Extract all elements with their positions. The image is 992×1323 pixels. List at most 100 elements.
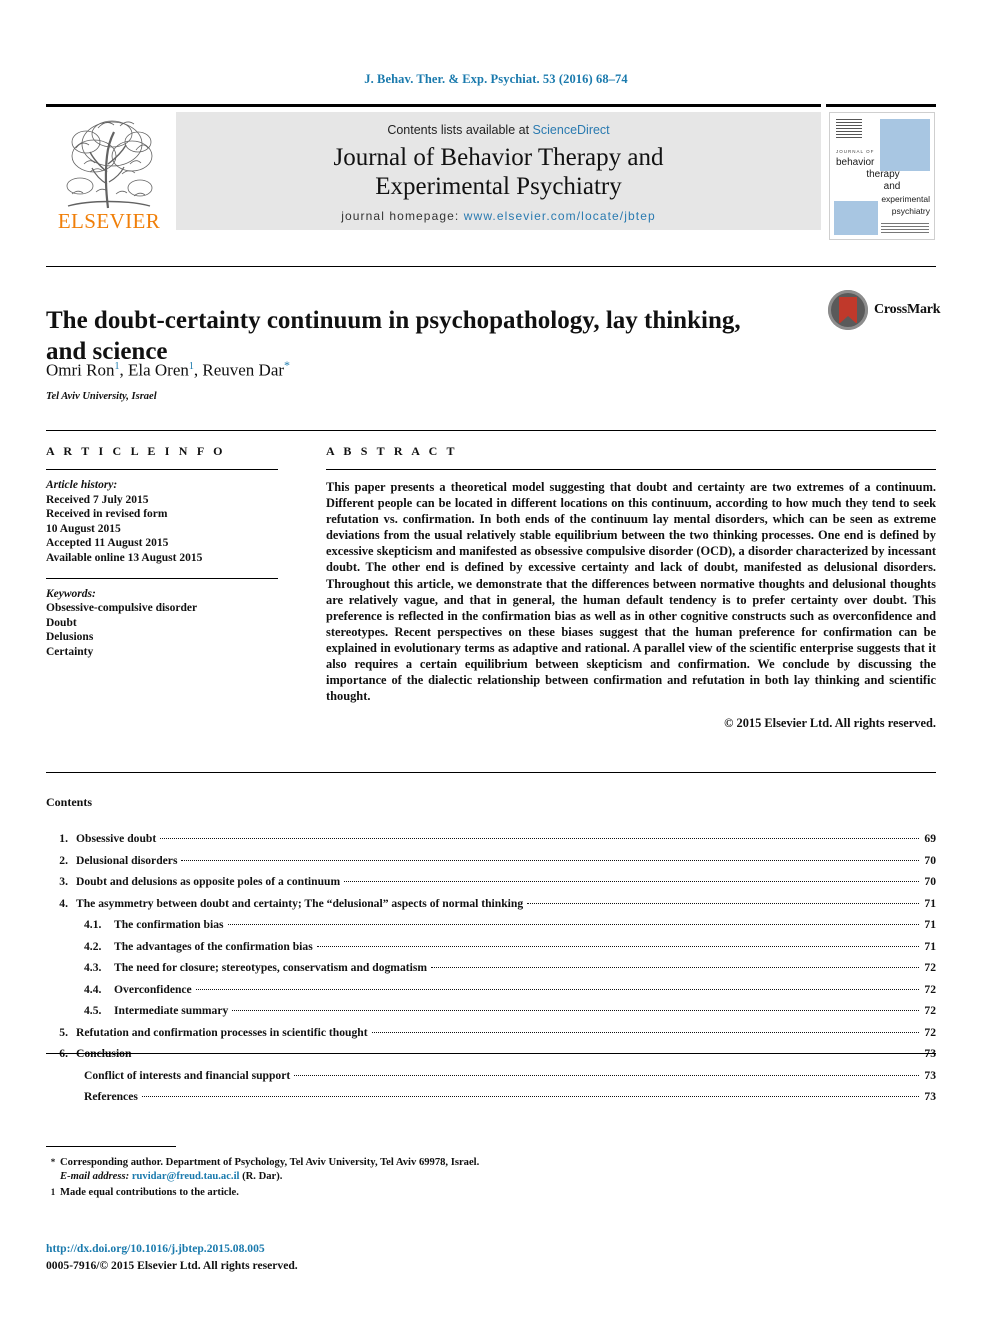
- toc-label: The advantages of the confirmation bias: [114, 939, 313, 953]
- toc-page-number: 69: [924, 832, 936, 845]
- author-name-3: Reuven Dar: [202, 360, 285, 380]
- keyword-item: Certainty: [46, 645, 94, 658]
- footnotes: * Corresponding author. Department of Ps…: [46, 1155, 606, 1200]
- email-suffix: (R. Dar).: [242, 1171, 283, 1183]
- elsevier-logo: ELSEVIER: [50, 112, 168, 238]
- toc-page-number: 73: [924, 1090, 936, 1103]
- author-sup-2[interactable]: 1: [189, 361, 194, 372]
- toc-page-number: 70: [924, 853, 936, 867]
- journal-homepage-line: journal homepage: www.elsevier.com/locat…: [176, 209, 821, 223]
- author-sup-1[interactable]: 1: [114, 361, 119, 372]
- toc-page-number: 71: [924, 896, 936, 910]
- toc-entry[interactable]: 5. Refutation and confirmation processes…: [46, 1022, 936, 1044]
- toc-entry[interactable]: 3. Doubt and delusions as opposite poles…: [46, 871, 936, 893]
- toc-number: 4.5.: [84, 1004, 102, 1017]
- toc-label: Refutation and confirmation processes in…: [76, 1025, 368, 1039]
- toc-page-number: 72: [924, 1004, 936, 1017]
- cover-title-line4: experimental: [881, 194, 930, 204]
- toc-leader-dots: [232, 998, 920, 1011]
- cover-kicker: JOURNAL OF: [836, 149, 875, 154]
- email-link[interactable]: ruvidar@freud.tau.ac.il: [132, 1171, 240, 1182]
- toc-leader-dots: [141, 1084, 920, 1097]
- keyword-item: Doubt: [46, 616, 77, 629]
- toc-number: 4.: [59, 896, 68, 910]
- cover-title: behavior therapy and experimental psychi…: [836, 157, 930, 217]
- article-history-item: Received 7 July 2015: [46, 493, 149, 506]
- toc-label: Conflict of interests and financial supp…: [84, 1068, 291, 1082]
- toc-number: 3.: [59, 875, 68, 888]
- toc-page-number: 70: [924, 875, 936, 888]
- issn-copyright-line: 0005-7916/© 2015 Elsevier Ltd. All right…: [46, 1259, 298, 1272]
- abstract-body: This paper presents a theoretical model …: [326, 480, 936, 704]
- cover-title-line5: psychiatry: [891, 206, 930, 216]
- article-history-label: Article history:: [46, 479, 118, 491]
- footnote-marker-one: 1: [50, 1186, 56, 1197]
- journal-title-line2: Experimental Psychiatry: [375, 173, 622, 200]
- journal-homepage-link[interactable]: www.elsevier.com/locate/jbtep: [464, 209, 656, 223]
- toc-entry[interactable]: 4.3. The need for closure; stereotypes, …: [46, 957, 936, 979]
- toc-leader-dots: [227, 912, 920, 925]
- toc-entry[interactable]: 1. Obsessive doubt 69: [46, 828, 936, 850]
- sciencedirect-link[interactable]: ScienceDirect: [533, 123, 610, 137]
- contents-available-prefix: Contents lists available at: [387, 123, 530, 137]
- keyword-item: Obsessive-compulsive disorder: [46, 602, 198, 615]
- article-first-page: J. Behav. Ther. & Exp. Psychiat. 53 (201…: [0, 0, 992, 1323]
- toc-page-number: 71: [924, 918, 936, 931]
- keywords-label: Keywords:: [46, 587, 96, 600]
- toc-label: Overconfidence: [114, 982, 192, 996]
- footnote-separator: [46, 1146, 176, 1147]
- article-info-heading: A R T I C L E I N F O: [46, 444, 226, 458]
- crossmark-badge[interactable]: CrossMark: [828, 290, 941, 332]
- toc-entry[interactable]: 4.5. Intermediate summary 72: [46, 1000, 936, 1022]
- toc-number: 2.: [59, 853, 68, 867]
- toc-entry[interactable]: 4. The asymmetry between doubt and certa…: [46, 893, 936, 915]
- toc-entry[interactable]: 2. Delusional disorders 70: [46, 850, 936, 872]
- info-top-rule: [46, 430, 936, 431]
- contents-heading: Contents: [46, 795, 93, 809]
- abstract-column: A B S T R A C T This paper presents a th…: [326, 444, 936, 731]
- toc-number: 1.: [59, 832, 68, 845]
- author-sup-3[interactable]: *: [284, 358, 290, 372]
- keyword-item: Delusions: [46, 631, 94, 644]
- contents-available-line: Contents lists available at ScienceDirec…: [176, 123, 821, 137]
- journal-masthead: ELSEVIER Contents lists available at Sci…: [46, 104, 936, 240]
- toc-entry[interactable]: Conflict of interests and financial supp…: [46, 1065, 936, 1087]
- toc-entry[interactable]: 4.1. The confirmation bias 71: [46, 914, 936, 936]
- toc-leader-dots: [527, 891, 920, 904]
- toc-label: Obsessive doubt: [76, 832, 157, 845]
- toc-number: 4.4.: [84, 982, 102, 996]
- toc-page-number: 71: [924, 939, 936, 953]
- article-history-item: Accepted 11 August 2015: [46, 537, 169, 550]
- contents-top-rule: [46, 772, 936, 773]
- article-history-item: Received in revised form: [46, 508, 168, 521]
- table-of-contents: 1. Obsessive doubt 69 2. Delusional diso…: [46, 828, 936, 1108]
- toc-label: The need for closure; stereotypes, conse…: [114, 961, 428, 974]
- cover-footer-bars: [881, 223, 929, 233]
- abstract-heading: A B S T R A C T: [326, 444, 458, 458]
- article-info-column: A R T I C L E I N F O Article history: R…: [46, 444, 278, 660]
- running-head: J. Behav. Ther. & Exp. Psychiat. 53 (201…: [364, 72, 628, 86]
- toc-entry[interactable]: References 73: [46, 1086, 936, 1108]
- toc-page-number: 73: [924, 1068, 936, 1082]
- toc-leader-dots: [431, 955, 920, 968]
- toc-number: 4.1.: [84, 918, 102, 931]
- doi-link[interactable]: http://dx.doi.org/10.1016/j.jbtep.2015.0…: [46, 1242, 265, 1255]
- toc-label: Delusional disorders: [76, 853, 178, 867]
- toc-label: The asymmetry between doubt and certaint…: [76, 896, 524, 910]
- footnote-corresponding-body: Corresponding author. Department of Psyc…: [60, 1156, 606, 1185]
- masthead-top-rule: [46, 104, 936, 107]
- footnote-marker-asterisk: *: [50, 1157, 56, 1167]
- author-name-1: Omri Ron: [46, 360, 115, 380]
- crossmark-icon: [828, 290, 868, 330]
- toc-entry[interactable]: 4.2. The advantages of the confirmation …: [46, 936, 936, 958]
- cover-barcode-icon: [836, 119, 862, 139]
- article-history: Article history: Received 7 July 2015 Re…: [46, 478, 278, 566]
- footnote-equal-text: Made equal contributions to the article.: [60, 1186, 239, 1198]
- contents-bottom-rule: [46, 1053, 936, 1054]
- journal-title-line1: Journal of Behavior Therapy and: [333, 144, 664, 171]
- crossmark-label: CrossMark: [874, 302, 941, 317]
- toc-leader-dots: [316, 934, 920, 947]
- crossmark-book-shape: [839, 297, 857, 324]
- toc-entry[interactable]: 4.4. Overconfidence 72: [46, 979, 936, 1001]
- abstract-rule: [326, 469, 936, 470]
